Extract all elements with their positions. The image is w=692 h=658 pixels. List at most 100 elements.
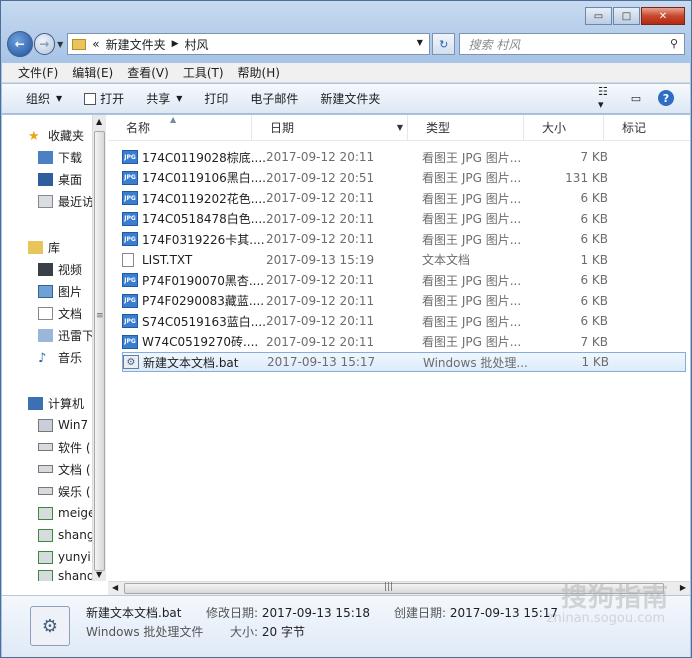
menu-tools[interactable]: 工具(T) — [183, 64, 224, 81]
new-folder-button[interactable]: 新建文件夹 — [320, 90, 380, 107]
file-name-cell[interactable]: JPG 174C0119106黑白.... — [122, 169, 266, 186]
share-button[interactable]: 共享 ▼ — [146, 90, 182, 107]
nav-item-music[interactable]: ♪ 音乐 — [38, 347, 82, 367]
email-button[interactable]: 电子邮件 — [250, 90, 298, 107]
address-bar[interactable]: « 新建文件夹 ▶ 村风 ▼ — [67, 33, 430, 55]
breadcrumb-item[interactable]: 新建文件夹 — [106, 36, 166, 53]
file-row[interactable]: JPG S74C0519163蓝白.... 2017-09-12 20:11 看图王 … — [122, 311, 686, 331]
nav-item-thunder[interactable]: 迅雷下 — [38, 325, 94, 345]
nav-item-desktop[interactable]: 桌面 — [38, 169, 82, 189]
breadcrumb-separator-icon[interactable]: ▶ — [172, 39, 179, 49]
address-dropdown-icon[interactable]: ▼ — [417, 38, 423, 47]
nav-label: 库 — [48, 240, 61, 255]
column-header-date[interactable]: 日期 ▼ — [252, 115, 408, 141]
file-name-cell[interactable]: JPG 174C0518478白色.... — [122, 210, 266, 227]
file-row[interactable]: JPG P74F0290083藏蓝.... 2017-09-12 20:11 看图王 … — [122, 291, 686, 311]
column-header-size[interactable]: 大小 — [524, 115, 604, 141]
back-button[interactable]: ← — [7, 31, 33, 57]
search-input[interactable]: 搜索 村风 ⚲ — [459, 33, 685, 55]
nav-scrollbar[interactable]: ▲ ≡ ▼ — [92, 115, 106, 581]
txt-icon — [122, 252, 134, 267]
file-name-cell[interactable]: LIST.TXT — [122, 252, 266, 267]
refresh-button[interactable]: ↻ — [431, 33, 456, 55]
nav-item-network-drive[interactable]: shang — [38, 569, 94, 581]
file-name-cell[interactable]: JPG 174F0319226卡其.... — [122, 231, 266, 248]
help-icon[interactable]: ? — [658, 90, 674, 106]
email-label: 电子邮件 — [250, 92, 299, 106]
maximize-button[interactable]: □ — [613, 7, 640, 25]
file-row[interactable]: JPG W74C0519270砖.... 2017-09-12 20:11 看图王 J… — [122, 332, 686, 352]
nav-item-drive[interactable]: 娱乐 ( — [38, 481, 91, 501]
file-row[interactable]: JPG 174C0518478白色.... 2017-09-12 20:11 看图王 … — [122, 209, 686, 229]
breadcrumb-item[interactable]: 村风 — [185, 36, 209, 53]
navigation-pane: ★ 收藏夹 下载 桌面 最近访 库 视频 图片 文档 迅雷下 ♪ 音乐 计算机 Wi… — [2, 115, 106, 581]
column-header-tags[interactable]: 标记 — [604, 115, 680, 141]
nav-item-documents[interactable]: 文档 — [38, 303, 82, 323]
nav-item-network-drive[interactable]: yunyi — [38, 547, 91, 567]
close-button[interactable]: ✕ — [641, 7, 685, 25]
file-row[interactable]: JPG 174C0119028棕底.... 2017-09-12 20:11 看图王 … — [122, 147, 686, 167]
nav-favorites[interactable]: ★ 收藏夹 — [28, 125, 84, 145]
chevron-down-icon[interactable]: ▼ — [397, 115, 403, 141]
nav-item-pictures[interactable]: 图片 — [38, 281, 82, 301]
scroll-thumb[interactable] — [94, 131, 105, 571]
file-row[interactable]: JPG 174C0119106黑白.... 2017-09-12 20:51 看图王 … — [122, 168, 686, 188]
scroll-left-icon[interactable]: ◀ — [112, 583, 118, 592]
computer-icon — [28, 396, 43, 410]
file-name-cell[interactable]: JPG 174C0119028棕底.... — [122, 149, 266, 166]
file-name-cell[interactable]: JPG P74F0190070黑杏.... — [122, 272, 266, 289]
print-button[interactable]: 打印 — [204, 90, 228, 107]
file-type: 看图王 JPG 图片... — [422, 232, 522, 247]
file-name-cell[interactable]: ⚙ 新建文本文档.bat — [123, 354, 267, 371]
search-icon[interactable]: ⚲ — [670, 37, 678, 50]
watermark-url: zhinan.sogou.com — [546, 611, 665, 626]
forward-button[interactable]: → — [33, 33, 56, 55]
organize-button[interactable]: 组织 ▼ — [26, 90, 62, 107]
preview-pane-icon[interactable]: ▭ — [628, 90, 644, 106]
file-row[interactable]: JPG 174F0319226卡其.... 2017-09-12 20:11 看图王 … — [122, 229, 686, 249]
file-name: 新建文本文档.bat — [143, 355, 239, 370]
column-label: 标记 — [622, 121, 647, 135]
nav-item-network-drive[interactable]: meige — [38, 503, 95, 523]
nav-item-videos[interactable]: 视频 — [38, 259, 82, 279]
file-row[interactable]: JPG P74F0190070黑杏.... 2017-09-12 20:11 看图王 … — [122, 270, 686, 290]
breadcrumb-overflow[interactable]: « — [92, 37, 99, 51]
file-row[interactable]: JPG 174C0119202花色.... 2017-09-12 20:11 看图王 … — [122, 188, 686, 208]
file-name: 174C0119028棕底.... — [142, 150, 266, 165]
menu-view[interactable]: 查看(V) — [127, 64, 169, 81]
menu-file[interactable]: 文件(F) — [18, 64, 58, 81]
nav-item-drive[interactable]: 软件 ( — [38, 437, 91, 457]
menu-edit[interactable]: 编辑(E) — [72, 64, 113, 81]
nav-computer[interactable]: 计算机 — [28, 393, 84, 413]
file-size: 1 KB — [580, 252, 608, 267]
scroll-down-icon[interactable]: ▼ — [96, 570, 102, 579]
column-header-type[interactable]: 类型 — [408, 115, 524, 141]
recent-pages-dropdown-icon[interactable]: ▼ — [57, 40, 63, 49]
column-header-name[interactable]: 名称 ▲ — [108, 115, 252, 141]
nav-item-recent[interactable]: 最近访 — [38, 191, 94, 211]
nav-item-drive[interactable]: Win7 — [38, 415, 88, 435]
nav-item-downloads[interactable]: 下载 — [38, 147, 82, 167]
explorer-window: ▭ □ ✕ ← → ▼ « 新建文件夹 ▶ 村风 ▼ ↻ 搜索 村风 ⚲ 文件(… — [0, 0, 692, 658]
open-button[interactable]: 打开 — [84, 90, 124, 107]
grip-icon: ||| — [384, 582, 394, 592]
file-name: LIST.TXT — [142, 252, 193, 267]
file-name-cell[interactable]: JPG W74C0519270砖.... — [122, 333, 266, 350]
file-name-cell[interactable]: JPG S74C0519163蓝白.... — [122, 313, 266, 330]
scroll-right-icon[interactable]: ▶ — [680, 583, 686, 592]
file-row[interactable]: LIST.TXT 2017-09-13 15:19 文本文档 1 KB — [122, 250, 686, 270]
file-size: 6 KB — [580, 232, 608, 246]
file-name-cell[interactable]: JPG 174C0119202花色.... — [122, 190, 266, 207]
nav-item-network-drive[interactable]: shang — [38, 525, 94, 545]
file-row[interactable]: ⚙ 新建文本文档.bat 2017-09-13 15:17 Windows 批处理..… — [122, 352, 686, 372]
nav-libraries[interactable]: 库 — [28, 237, 60, 257]
menu-help[interactable]: 帮助(H) — [238, 64, 280, 81]
nav-item-drive[interactable]: 文档 ( — [38, 459, 91, 479]
nav-label: 娱乐 ( — [58, 484, 91, 499]
scroll-up-icon[interactable]: ▲ — [96, 117, 102, 126]
view-options-icon[interactable]: ☷ ▾ — [598, 85, 614, 111]
minimize-button[interactable]: ▭ — [585, 7, 612, 25]
open-label: 打开 — [100, 92, 125, 106]
file-name-cell[interactable]: JPG P74F0290083藏蓝.... — [122, 292, 266, 309]
file-name: P74F0290083藏蓝.... — [142, 294, 265, 308]
